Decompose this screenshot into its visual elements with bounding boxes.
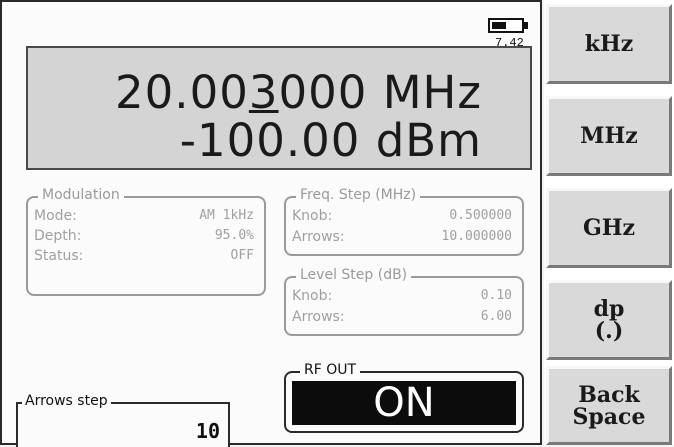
mhz-button[interactable]: MHz [546, 96, 672, 176]
level-step-group: Level Step (dB) Knob: 0.10 Arrows: 6.00 [284, 267, 524, 336]
softkey-panel: kHz MHz GHz dp (.) Back Space [544, 0, 674, 445]
battery-fill [492, 22, 506, 29]
rf-out-toggle[interactable]: ON [292, 381, 516, 425]
level-readout[interactable]: -100.00 dBm [180, 114, 482, 167]
frequency-cursor-digit[interactable]: 3 [249, 66, 279, 119]
rf-out-group: RF OUT ON [284, 362, 524, 433]
modulation-title: Modulation [38, 187, 124, 203]
backspace-button[interactable]: Back Space [546, 366, 672, 445]
level-step-title: Level Step (dB) [296, 267, 412, 283]
main-readout[interactable]: 20.003000 MHz -100.00 dBm [26, 46, 532, 170]
freq-step-group: Freq. Step (MHz) Knob: 0.500000 Arrows: … [284, 187, 524, 256]
frequency-digits-pre: 20.00 [115, 66, 249, 119]
arrows-step-value: 10 [195, 419, 220, 443]
arrows-step-title: Arrows step [22, 393, 111, 409]
freq-step-title: Freq. Step (MHz) [296, 187, 421, 203]
instrument-screen: 7.42 20.003000 MHz -100.00 dBm Modulatio… [0, 0, 542, 447]
decimal-point-button[interactable]: dp (.) [546, 280, 672, 360]
frequency-readout[interactable]: 20.003000 MHz [115, 66, 482, 119]
khz-button[interactable]: kHz [546, 4, 672, 84]
battery-icon [488, 16, 530, 34]
modulation-group: Modulation Mode: AM 1kHz Depth: 95.0% St… [26, 187, 266, 296]
rf-out-title: RF OUT [300, 362, 361, 378]
arrows-step-field[interactable]: Arrows step 10 [16, 393, 230, 447]
frequency-digits-post: 000 MHz [278, 66, 482, 119]
ghz-button[interactable]: GHz [546, 188, 672, 268]
